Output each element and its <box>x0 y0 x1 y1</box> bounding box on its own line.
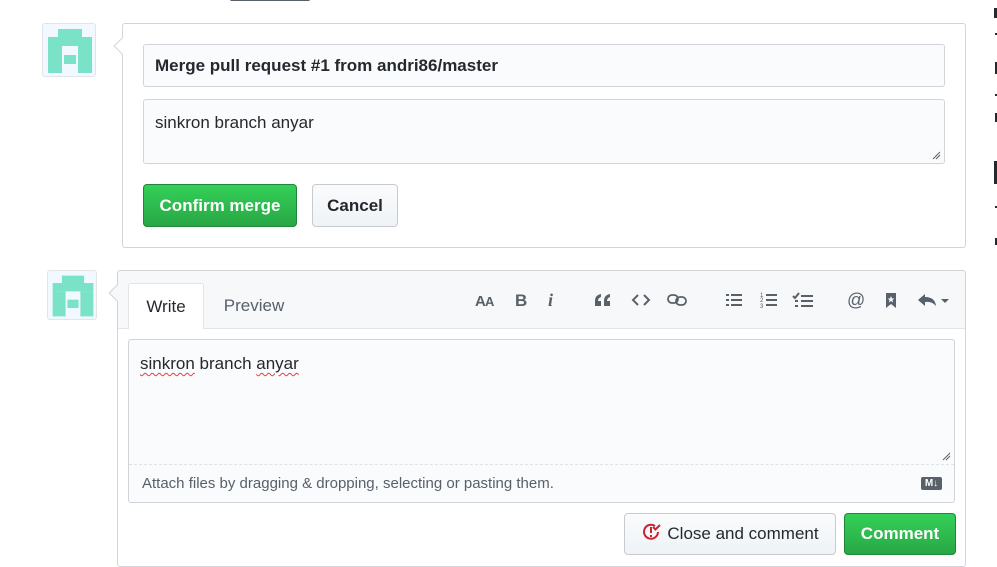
markdown-badge-text: M↓ <box>924 478 939 489</box>
identicon <box>52 275 94 317</box>
tab-preview[interactable]: Preview <box>214 283 294 329</box>
markdown-icon[interactable]: M↓ <box>921 477 942 490</box>
commit-title-input[interactable]: Merge pull request #1 from andri86/maste… <box>143 44 945 87</box>
task-list-icon[interactable] <box>790 288 816 312</box>
svg-text:i: i <box>548 292 553 308</box>
attach-files-hint: Attach files by dragging & dropping, sel… <box>142 475 554 492</box>
confirm-merge-button[interactable]: Confirm merge <box>143 184 297 227</box>
comment-word-3: anyar <box>256 354 299 373</box>
tab-write-label: Write <box>146 296 186 316</box>
svg-text:B: B <box>515 292 527 308</box>
commit-title-text: Merge pull request #1 from andri86/maste… <box>155 55 498 75</box>
comment-word-1: sinkron <box>140 354 195 373</box>
text-size-icon[interactable]: AA <box>473 288 499 312</box>
svg-text:@: @ <box>847 291 865 309</box>
comment-textarea[interactable]: sinkron branch anyar <box>129 340 954 464</box>
merge-panel-pointer <box>113 37 131 55</box>
comment-label: Comment <box>860 524 940 543</box>
truncated-text-top <box>230 0 330 3</box>
reply-icon[interactable] <box>916 288 952 312</box>
quote-icon[interactable] <box>592 288 614 312</box>
resize-grip-icon[interactable] <box>932 151 941 160</box>
cancel-label: Cancel <box>327 195 383 215</box>
comment-panel: Write Preview AA B i 123 @ sinkron branc… <box>108 270 966 567</box>
link-icon[interactable] <box>665 288 689 312</box>
bold-icon[interactable]: B <box>510 288 532 312</box>
cancel-button[interactable]: Cancel <box>312 184 398 227</box>
identicon <box>48 29 92 73</box>
merge-panel: Merge pull request #1 from andri86/maste… <box>113 23 966 248</box>
attach-files-bar[interactable]: Attach files by dragging & dropping, sel… <box>129 464 954 502</box>
numbered-list-icon[interactable]: 123 <box>758 288 780 312</box>
bookmark-icon[interactable] <box>881 288 901 312</box>
avatar[interactable] <box>42 23 96 77</box>
svg-text:A: A <box>485 294 495 308</box>
comment-word-2: branch <box>199 354 252 373</box>
commit-message-text: sinkron branch anyar <box>155 113 314 132</box>
bulleted-list-icon[interactable] <box>723 288 745 312</box>
resize-grip-icon[interactable] <box>942 452 951 461</box>
mention-icon[interactable]: @ <box>845 288 867 312</box>
commit-message-textarea[interactable]: sinkron branch anyar <box>143 99 945 164</box>
comment-write-area[interactable]: sinkron branch anyar Attach files by dra… <box>128 339 955 503</box>
comment-button[interactable]: Comment <box>844 513 956 555</box>
confirm-merge-label: Confirm merge <box>159 195 281 215</box>
issue-closed-icon <box>643 523 662 540</box>
avatar[interactable] <box>47 270 97 320</box>
code-icon[interactable] <box>629 288 653 312</box>
close-and-comment-button[interactable]: Close and comment <box>624 513 836 555</box>
svg-text:3: 3 <box>760 304 764 309</box>
close-and-comment-label: Close and comment <box>667 524 819 543</box>
tab-write[interactable]: Write <box>128 283 204 329</box>
tab-preview-label: Preview <box>223 296 285 315</box>
italic-icon[interactable]: i <box>542 288 562 312</box>
